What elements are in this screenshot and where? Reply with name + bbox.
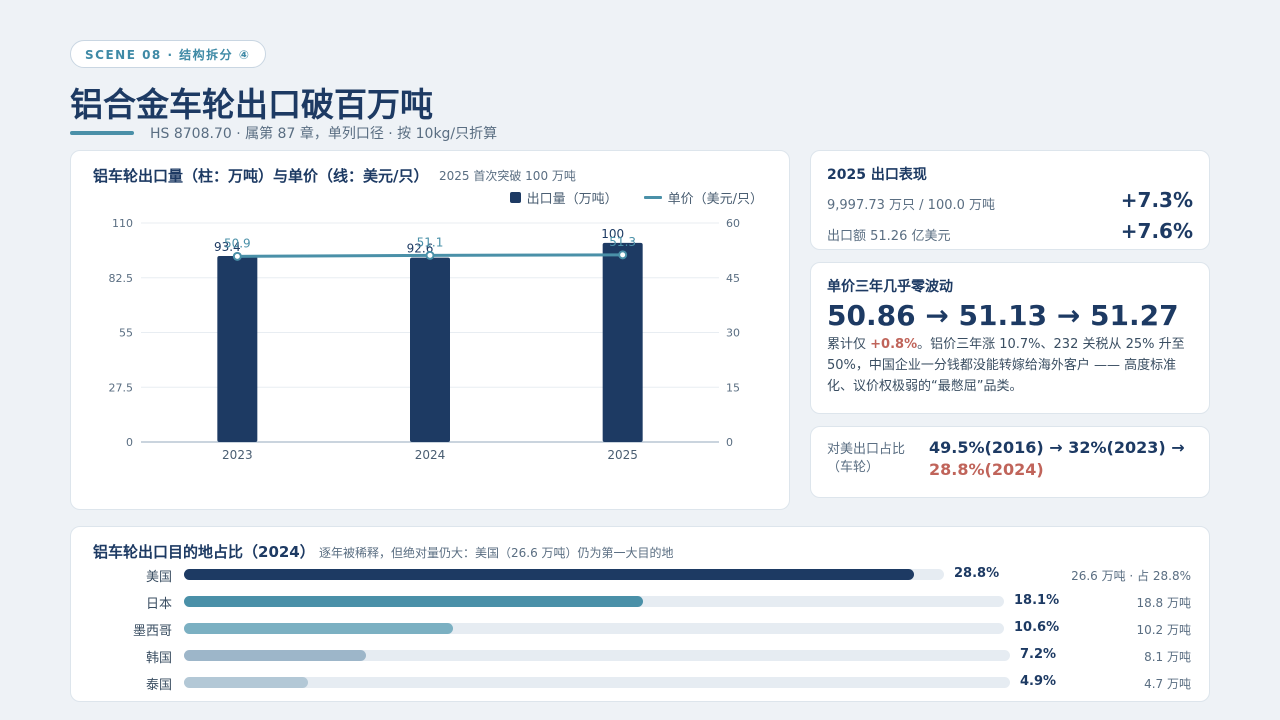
left-tick-label: 82.5 <box>109 272 134 285</box>
price-value-label: 51.3 <box>609 235 636 249</box>
destination-country: 韩国 <box>145 651 172 666</box>
right-tick-label: 15 <box>726 381 740 394</box>
export-value-label: 出口额 51.26 亿美元 <box>827 229 951 244</box>
legend-item-volume: 出口量（万吨） <box>509 188 618 207</box>
desc-prefix: 累计仅 <box>827 337 871 352</box>
right-tick-label: 60 <box>726 217 740 230</box>
price-point <box>425 250 435 260</box>
unit-price-card: 单价三年几乎零波动 50.86 → 51.13 → 51.27 累计仅 +0.8… <box>810 262 1210 414</box>
x-tick-label: 2024 <box>415 448 446 462</box>
us-share-part2: 28.8%(2024) <box>929 460 1044 479</box>
x-tick-label: 2023 <box>222 448 253 462</box>
destination-bar-fill <box>184 623 453 634</box>
volume-price-chart-card: 0 27.5 55 82.5 110 0 15 30 45 60 93.4 2023 92.6 2024 1… <box>70 150 790 510</box>
unit-price-path: 50.86 → 51.13 → 51.27 <box>827 299 1179 332</box>
left-tick-label: 55 <box>119 327 133 340</box>
destination-bar-fill <box>184 596 643 607</box>
destination-row: 韩国 7.2% 8.1 万吨 <box>71 642 1211 669</box>
bar <box>602 242 643 442</box>
destination-note: 逐年被稀释，但绝对量仍大：美国（26.6 万吨）仍为第一大目的地 <box>319 546 674 560</box>
bar <box>410 257 450 442</box>
destination-bar-fill <box>184 650 366 661</box>
destination-amount: 10.2 万吨 <box>1136 623 1191 637</box>
chart-legend: 出口量（万吨） 单价（美元/只） <box>509 188 763 207</box>
legend-label-volume: 出口量（万吨） <box>526 192 618 207</box>
page-title: 铝合金车轮出口破百万吨 <box>70 85 433 124</box>
export-performance-card: 2025 出口表现 9,997.73 万只 / 100.0 万吨 +7.3% 出… <box>810 150 1210 250</box>
left-tick-label: 27.5 <box>109 381 134 394</box>
destination-bar-track <box>184 623 1004 634</box>
destination-bar-fill <box>184 677 308 688</box>
chart-title: 铝车轮出口量（柱：万吨）与单价（线：美元/只） <box>93 167 429 185</box>
price-point <box>618 250 628 260</box>
scene-tag: SCENE 08 · 结构拆分 ④ <box>70 40 266 68</box>
legend-item-price: 单价（美元/只） <box>643 188 763 207</box>
destination-share-pct: 10.6% <box>1014 620 1060 635</box>
destination-title: 铝车轮出口目的地占比（2024） <box>93 543 315 561</box>
destination-amount: 26.6 万吨 · 占 28.8% <box>1071 569 1191 583</box>
us-share-label: 对美出口占比（车轮） <box>827 442 906 475</box>
destination-share-pct: 18.1% <box>1014 593 1060 608</box>
title-accent-bar <box>70 131 134 135</box>
legend-swatch-volume <box>509 192 521 203</box>
right-tick-label: 45 <box>726 272 740 285</box>
price-point <box>232 251 242 261</box>
destination-country: 墨西哥 <box>132 624 172 639</box>
page-subtitle: HS 8708.70 · 属第 87 章，单列口径 · 按 10kg/只折算 <box>150 126 498 142</box>
destination-bar-fill <box>184 569 914 580</box>
bar <box>217 256 258 442</box>
x-tick-label: 2025 <box>607 448 638 462</box>
destination-share-pct: 7.2% <box>1020 647 1057 662</box>
left-tick-label: 110 <box>112 217 133 230</box>
destination-row: 墨西哥 10.6% 10.2 万吨 <box>71 615 1211 642</box>
legend-label-price: 单价（美元/只） <box>667 192 763 207</box>
destination-share-pct: 28.8% <box>954 566 1000 581</box>
destination-country: 美国 <box>145 570 172 585</box>
price-value-label: 51.1 <box>417 235 444 249</box>
right-tick-label: 30 <box>726 327 740 340</box>
destination-amount: 18.8 万吨 <box>1136 596 1191 610</box>
price-value-label: 50.9 <box>224 236 251 250</box>
destination-bar-track <box>184 677 1010 688</box>
destination-amount: 4.7 万吨 <box>1144 677 1191 691</box>
destination-country: 泰国 <box>145 678 172 693</box>
export-volume-growth: +7.3% <box>1120 188 1193 212</box>
destination-bar-track <box>184 650 1010 661</box>
unit-price-title: 单价三年几乎零波动 <box>827 279 953 295</box>
left-tick-label: 0 <box>126 436 133 449</box>
us-share-trend: 49.5%(2016) → 32%(2023) → 28.8%(2024) <box>929 437 1199 481</box>
chart-note: 2025 首次突破 100 万吨 <box>439 169 576 183</box>
export-volume-label: 9,997.73 万只 / 100.0 万吨 <box>827 198 996 213</box>
destination-share-card: 铝车轮出口目的地占比（2024） 逐年被稀释，但绝对量仍大：美国（26.6 万吨… <box>70 526 1210 702</box>
destination-amount: 8.1 万吨 <box>1144 650 1191 664</box>
legend-swatch-price <box>643 196 662 199</box>
destination-bar-track <box>184 569 944 580</box>
destination-bar-track <box>184 596 1004 607</box>
us-share-card: 对美出口占比（车轮） 49.5%(2016) → 32%(2023) → 28.8… <box>810 426 1210 498</box>
destination-row: 泰国 4.9% 4.7 万吨 <box>71 669 1211 696</box>
export-performance-title: 2025 出口表现 <box>827 167 927 183</box>
us-share-part1: 49.5%(2016) → 32%(2023) → <box>929 438 1185 457</box>
destination-share-pct: 4.9% <box>1020 674 1057 689</box>
unit-price-description: 累计仅 +0.8%。铝价三年涨 10.7%、232 关税从 25% 升至 50%… <box>827 334 1187 397</box>
destination-row: 美国 28.8% 26.6 万吨 · 占 28.8% <box>71 561 1211 588</box>
destination-row: 日本 18.1% 18.8 万吨 <box>71 588 1211 615</box>
desc-highlight: +0.8% <box>870 337 918 352</box>
export-value-growth: +7.6% <box>1120 219 1193 243</box>
destination-country: 日本 <box>145 597 172 612</box>
right-tick-label: 0 <box>726 436 733 449</box>
